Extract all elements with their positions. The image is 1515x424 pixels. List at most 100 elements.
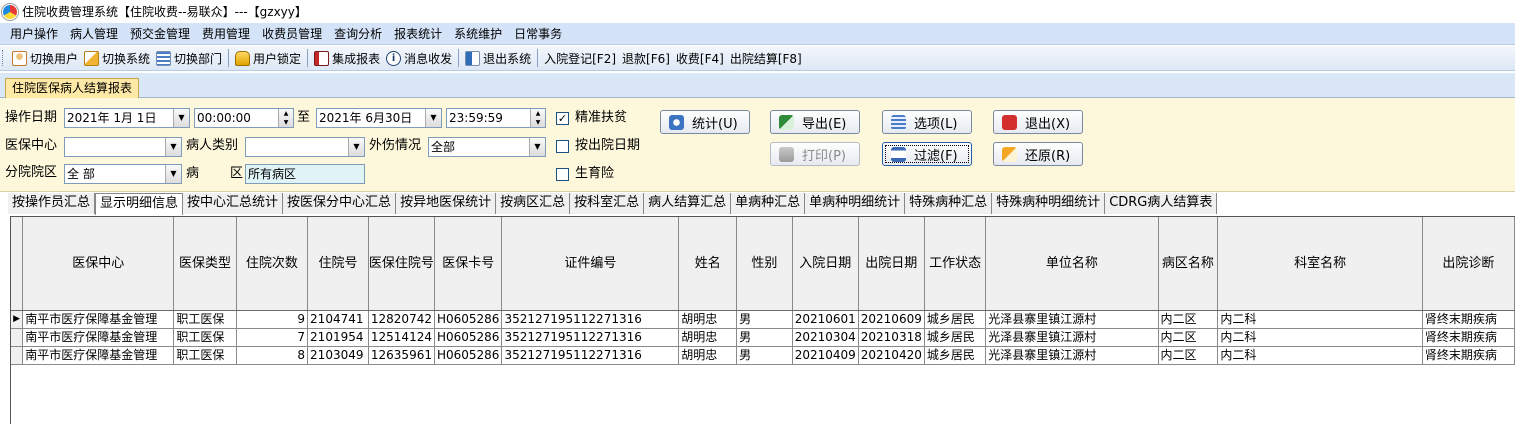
- injury-select[interactable]: 全部 ▼: [428, 137, 546, 157]
- table-row[interactable]: 南平市医疗保障基金管理 职工医保 8 2103049 12635961 H060…: [11, 346, 1515, 365]
- lock-user-button[interactable]: 用户锁定: [232, 48, 304, 69]
- chevron-down-icon[interactable]: ▼: [173, 109, 189, 127]
- tab-insurance-settlement-report[interactable]: 住院医保病人结算报表: [5, 78, 140, 98]
- table-cell[interactable]: 2103049: [307, 346, 369, 365]
- col-header[interactable]: 医保类型: [173, 217, 237, 311]
- time-to-input[interactable]: 23:59:59 ▲ ▼: [446, 108, 546, 128]
- table-cell[interactable]: 肾终末期疾病: [1422, 310, 1515, 329]
- table-cell[interactable]: 8: [236, 346, 309, 365]
- print-button[interactable]: 打印(P): [770, 142, 860, 166]
- tab-single-disease[interactable]: 单病种汇总: [731, 193, 806, 214]
- patient-type-select[interactable]: ▼: [245, 137, 365, 157]
- table-cell[interactable]: H0605286: [434, 310, 503, 329]
- branch-select[interactable]: 全 部 ▼: [64, 164, 182, 184]
- menu-fee-mgmt[interactable]: 费用管理: [196, 24, 256, 44]
- table-cell[interactable]: 20210420: [858, 346, 925, 365]
- table-cell[interactable]: 男: [736, 328, 793, 347]
- table-cell[interactable]: 内二科: [1217, 346, 1423, 365]
- menu-user-ops[interactable]: 用户操作: [4, 24, 64, 44]
- table-cell[interactable]: 20210601: [792, 310, 859, 329]
- exit-system-button[interactable]: 退出系统: [462, 48, 534, 69]
- col-header[interactable]: 入院日期: [792, 217, 859, 311]
- tab-patient-settlement[interactable]: 病人结算汇总: [644, 193, 732, 214]
- table-cell[interactable]: 胡明忠: [678, 346, 738, 365]
- row-indicator[interactable]: [11, 346, 24, 365]
- table-cell[interactable]: 职工医保: [173, 310, 237, 329]
- chevron-down-icon[interactable]: ▼: [425, 109, 441, 127]
- toolbar-grip[interactable]: [2, 50, 5, 66]
- table-cell[interactable]: 光泽县寨里镇江源村: [985, 346, 1159, 365]
- table-cell[interactable]: 南平市医疗保障基金管理: [22, 328, 175, 347]
- table-cell[interactable]: 光泽县寨里镇江源村: [985, 328, 1159, 347]
- switch-dept-button[interactable]: 切换部门: [153, 48, 225, 69]
- col-header[interactable]: 医保中心: [22, 217, 175, 311]
- table-cell[interactable]: 12820742: [368, 310, 435, 329]
- data-grid[interactable]: 医保中心 医保类型 住院次数 住院号 医保住院号 医保卡号 证件编号 姓名 性别…: [10, 216, 1515, 424]
- table-cell[interactable]: 352127195112271316: [501, 328, 680, 347]
- col-header[interactable]: 单位名称: [985, 217, 1159, 311]
- date-from-picker[interactable]: 2021年 1月 1日 ▼: [64, 108, 190, 128]
- time-from-input[interactable]: 00:00:00 ▲ ▼: [194, 108, 294, 128]
- table-cell[interactable]: 职工医保: [173, 346, 237, 365]
- table-cell[interactable]: 城乡居民: [924, 310, 987, 329]
- tab-single-disease-detail[interactable]: 单病种明细统计: [805, 193, 906, 214]
- stat-button[interactable]: 统计(U): [660, 110, 750, 134]
- spin-updown-icon[interactable]: ▲ ▼: [278, 109, 293, 127]
- chevron-down-icon[interactable]: ▼: [529, 138, 545, 156]
- table-cell[interactable]: 肾终末期疾病: [1422, 346, 1515, 365]
- table-cell[interactable]: 9: [236, 310, 309, 329]
- menu-system-maint[interactable]: 系统维护: [448, 24, 508, 44]
- table-cell[interactable]: 20210409: [792, 346, 859, 365]
- integrated-report-button[interactable]: 集成报表: [311, 48, 383, 69]
- row-indicator-header[interactable]: [11, 217, 24, 311]
- table-cell[interactable]: 12514124: [368, 328, 435, 347]
- tab-show-details[interactable]: 显示明细信息: [95, 193, 184, 215]
- table-cell[interactable]: 男: [736, 310, 793, 329]
- chevron-down-icon[interactable]: ▼: [165, 138, 181, 156]
- table-cell[interactable]: 胡明忠: [678, 328, 738, 347]
- spin-updown-icon[interactable]: ▲ ▼: [530, 109, 545, 127]
- table-row[interactable]: ▶ 南平市医疗保障基金管理 职工医保 9 2104741 12820742 H0…: [11, 310, 1515, 329]
- exit-button[interactable]: 退出(X): [993, 110, 1083, 134]
- col-header[interactable]: 科室名称: [1217, 217, 1423, 311]
- menu-deposit-mgmt[interactable]: 预交金管理: [124, 24, 196, 44]
- table-cell[interactable]: 7: [236, 328, 309, 347]
- table-cell[interactable]: 南平市医疗保障基金管理: [22, 310, 175, 329]
- col-header[interactable]: 住院号: [307, 217, 369, 311]
- table-cell[interactable]: 内二科: [1217, 310, 1423, 329]
- col-header[interactable]: 证件编号: [501, 217, 680, 311]
- menu-query-analysis[interactable]: 查询分析: [328, 24, 388, 44]
- table-cell[interactable]: 20210318: [858, 328, 925, 347]
- table-cell[interactable]: 南平市医疗保障基金管理: [22, 346, 175, 365]
- insurance-center-select[interactable]: ▼: [64, 137, 182, 157]
- tab-by-operator[interactable]: 按操作员汇总: [8, 193, 96, 214]
- tab-by-ward[interactable]: 按病区汇总: [496, 193, 571, 214]
- table-cell[interactable]: H0605286: [434, 328, 503, 347]
- table-cell[interactable]: 肾终末期疾病: [1422, 328, 1515, 347]
- maternity-checkbox[interactable]: [556, 168, 569, 181]
- col-header[interactable]: 工作状态: [924, 217, 987, 311]
- menu-patient-mgmt[interactable]: 病人管理: [64, 24, 124, 44]
- tab-special-disease-detail[interactable]: 特殊病种明细统计: [992, 193, 1106, 214]
- discharge-button[interactable]: 出院结算[F8]: [727, 48, 805, 69]
- table-cell[interactable]: 352127195112271316: [501, 346, 680, 365]
- filter-button[interactable]: 过滤(F): [882, 142, 972, 166]
- col-header[interactable]: 住院次数: [236, 217, 309, 311]
- date-to-picker[interactable]: 2021年 6月30日 ▼: [316, 108, 442, 128]
- col-header[interactable]: 医保住院号: [368, 217, 435, 311]
- table-cell[interactable]: 城乡居民: [924, 328, 987, 347]
- export-button[interactable]: 导出(E): [770, 110, 860, 134]
- table-cell[interactable]: 12635961: [368, 346, 435, 365]
- table-row[interactable]: 南平市医疗保障基金管理 职工医保 7 2101954 12514124 H060…: [11, 328, 1515, 347]
- table-cell[interactable]: 2104741: [307, 310, 369, 329]
- table-cell[interactable]: 内二区: [1158, 328, 1219, 347]
- table-cell[interactable]: 2101954: [307, 328, 369, 347]
- refund-button[interactable]: 退款[F6]: [619, 48, 673, 69]
- menu-daily-affairs[interactable]: 日常事务: [508, 24, 568, 44]
- table-cell[interactable]: 内二区: [1158, 310, 1219, 329]
- switch-user-button[interactable]: 切换用户: [9, 48, 81, 69]
- tab-by-remote-insurance[interactable]: 按异地医保统计: [396, 193, 497, 214]
- col-header[interactable]: 医保卡号: [434, 217, 503, 311]
- table-cell[interactable]: 20210304: [792, 328, 859, 347]
- table-cell[interactable]: 20210609: [858, 310, 925, 329]
